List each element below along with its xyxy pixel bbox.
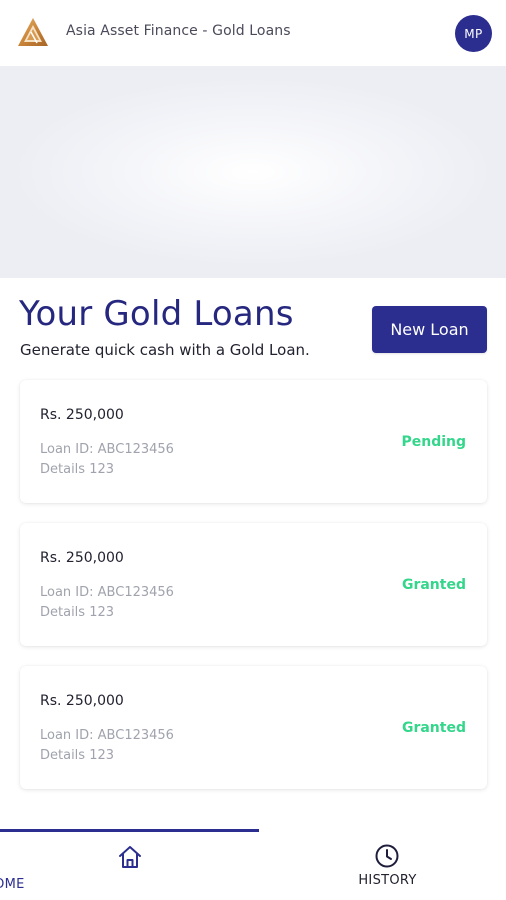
loan-id: Loan ID: ABC123456 — [40, 442, 174, 457]
home-icon — [117, 845, 143, 873]
bottom-navigation: HOME HISTORY — [0, 829, 506, 900]
hero-banner — [0, 66, 506, 278]
loan-card[interactable]: Rs. 250,000 Loan ID: ABC123456 Details 1… — [20, 523, 487, 646]
app-header: Asia Asset Finance - Gold Loans MP — [0, 0, 506, 66]
loan-amount: Rs. 250,000 — [40, 550, 124, 566]
loan-amount: Rs. 250,000 — [40, 407, 124, 423]
loan-status-badge: Granted — [401, 720, 466, 736]
avatar-initials: MP — [464, 26, 483, 41]
nav-tab-history[interactable]: HISTORY — [253, 832, 506, 900]
loan-id: Loan ID: ABC123456 — [40, 728, 174, 743]
loan-amount: Rs. 250,000 — [40, 693, 124, 709]
clock-icon — [374, 843, 400, 873]
gold-triangle-logo-icon — [17, 17, 49, 47]
loan-details: Details 123 — [40, 462, 115, 477]
loan-details: Details 123 — [40, 605, 115, 620]
new-loan-button[interactable]: New Loan — [372, 306, 487, 353]
loan-id: Loan ID: ABC123456 — [40, 585, 174, 600]
page-subtitle: Generate quick cash with a Gold Loan. — [20, 341, 310, 359]
nav-tab-home[interactable]: HOME — [0, 832, 253, 900]
loan-details: Details 123 — [40, 748, 115, 763]
loan-card[interactable]: Rs. 250,000 Loan ID: ABC123456 Details 1… — [20, 666, 487, 789]
loan-card[interactable]: Rs. 250,000 Loan ID: ABC123456 Details 1… — [20, 380, 487, 503]
app-screen: Asia Asset Finance - Gold Loans MP Your … — [0, 0, 506, 900]
loan-status-badge: Granted — [401, 577, 466, 593]
loan-status-badge: Pending — [401, 434, 466, 450]
page-title: Your Gold Loans — [19, 294, 294, 334]
nav-label-history: HISTORY — [358, 873, 417, 888]
avatar[interactable]: MP — [455, 15, 492, 52]
app-title: Asia Asset Finance - Gold Loans — [66, 23, 291, 39]
